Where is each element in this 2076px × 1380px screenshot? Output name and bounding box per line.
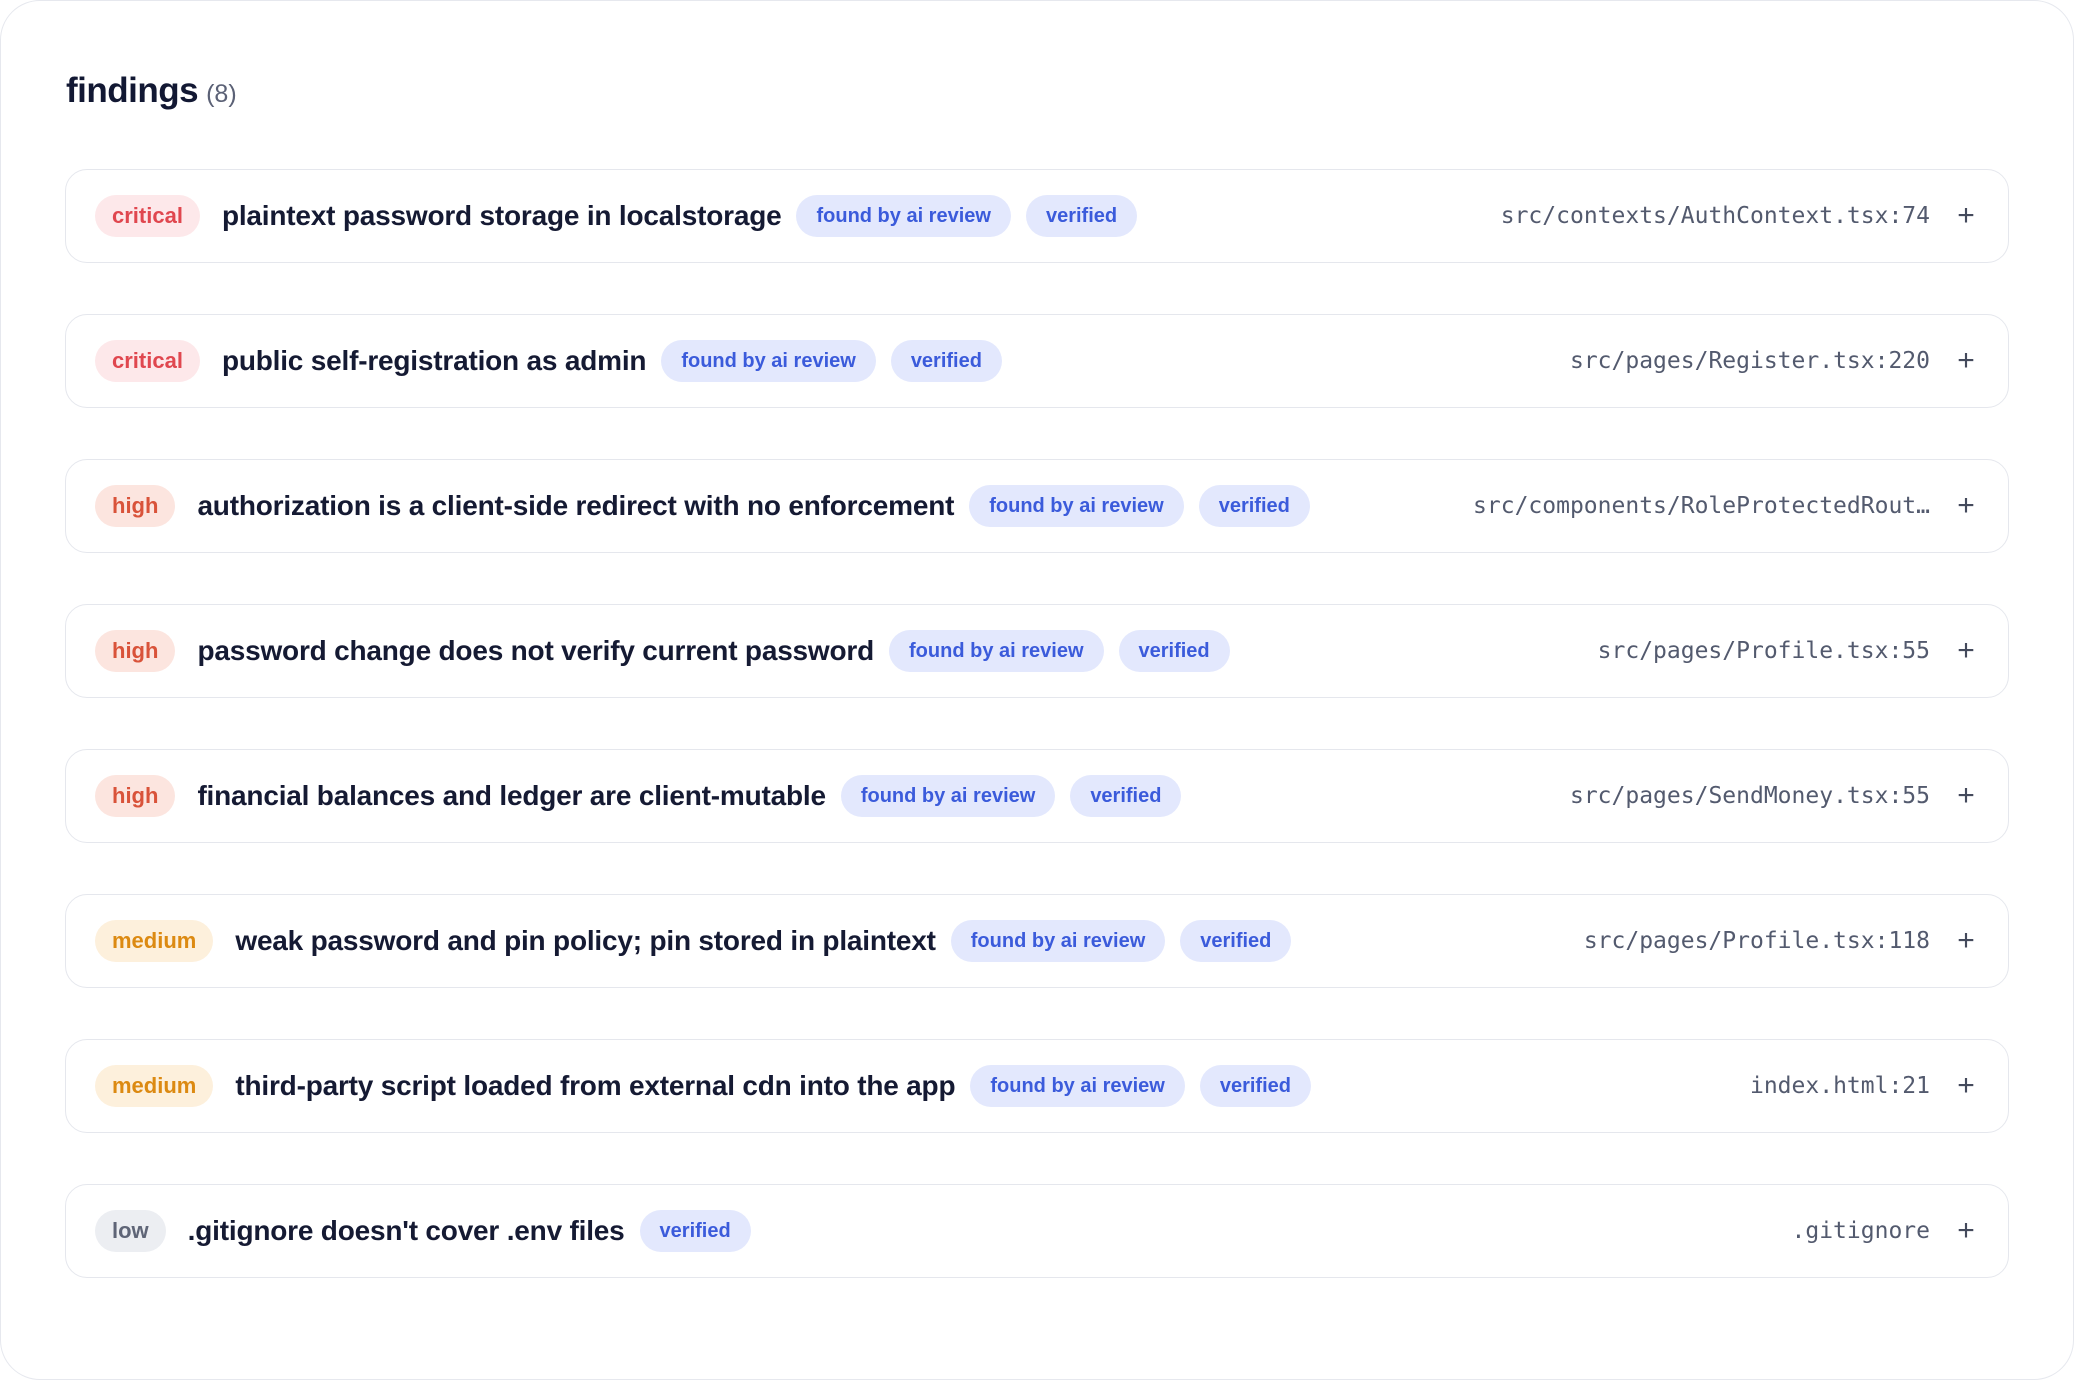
- plus-icon[interactable]: +: [1954, 201, 1978, 231]
- plus-icon[interactable]: +: [1954, 491, 1978, 521]
- severity-badge: high: [95, 630, 176, 672]
- file-location[interactable]: src/pages/Profile.tsx:55: [1598, 638, 1930, 664]
- plus-icon[interactable]: +: [1954, 1071, 1978, 1101]
- finding-row[interactable]: high financial balances and ledger are cl…: [65, 749, 2009, 843]
- finding-title: .gitignore doesn't cover .env files: [187, 1215, 625, 1246]
- file-location[interactable]: .gitignore: [1792, 1218, 1930, 1244]
- finding-row[interactable]: critical public self-registration as admi…: [65, 314, 2009, 408]
- finding-row[interactable]: medium third-party script loaded from ext…: [65, 1039, 2009, 1133]
- verified-tag: verified: [890, 340, 1002, 382]
- finding-row[interactable]: medium weak password and pin policy; pin …: [65, 894, 2009, 988]
- finding-title: public self-registration as admin: [221, 345, 647, 376]
- finding-title: plaintext password storage in localstora…: [221, 200, 782, 231]
- finding-row[interactable]: low .gitignore doesn't cover .env files ve…: [65, 1184, 2009, 1278]
- findings-list: critical plaintext password storage in lo…: [65, 169, 2009, 1329]
- finding-title: password change does not verify current …: [197, 635, 875, 666]
- severity-badge: critical: [95, 340, 200, 382]
- found-by-ai-tag: found by ai review: [840, 775, 1056, 817]
- plus-icon[interactable]: +: [1954, 346, 1978, 376]
- found-by-ai-tag: found by ai review: [889, 630, 1104, 672]
- file-location[interactable]: index.html:21: [1750, 1073, 1930, 1099]
- plus-icon[interactable]: +: [1954, 1216, 1978, 1246]
- file-location[interactable]: src/pages/Register.tsx:220: [1570, 348, 1930, 374]
- file-location[interactable]: src/pages/SendMoney.tsx:55: [1570, 783, 1930, 809]
- plus-icon[interactable]: +: [1954, 926, 1978, 956]
- plus-icon[interactable]: +: [1954, 636, 1978, 666]
- found-by-ai-tag: found by ai review: [969, 485, 1184, 527]
- severity-badge: high: [95, 485, 176, 527]
- file-location[interactable]: src/components/RoleProtectedRout…: [1473, 493, 1930, 519]
- findings-count: (8): [206, 80, 237, 108]
- findings-header: findings (8): [66, 71, 237, 111]
- verified-tag: verified: [1025, 195, 1138, 237]
- found-by-ai-tag: found by ai review: [661, 340, 876, 382]
- found-by-ai-tag: found by ai review: [970, 1065, 1185, 1107]
- verified-tag: verified: [1199, 1065, 1311, 1107]
- page-title: findings: [66, 71, 199, 110]
- severity-badge: critical: [95, 195, 200, 237]
- plus-icon[interactable]: +: [1954, 781, 1978, 811]
- finding-row[interactable]: high authorization is a client-side redir…: [65, 459, 2009, 553]
- verified-tag: verified: [1198, 485, 1310, 527]
- finding-title: authorization is a client-side redirect …: [197, 490, 955, 521]
- finding-title: weak password and pin policy; pin stored…: [235, 925, 936, 956]
- severity-badge: low: [95, 1210, 166, 1252]
- found-by-ai-tag: found by ai review: [950, 920, 1166, 962]
- severity-badge: medium: [95, 920, 214, 962]
- severity-badge: high: [95, 775, 176, 817]
- verified-tag: verified: [1118, 630, 1230, 672]
- verified-tag: verified: [1180, 920, 1292, 962]
- file-location[interactable]: src/contexts/AuthContext.tsx:74: [1501, 203, 1930, 229]
- found-by-ai-tag: found by ai review: [796, 195, 1011, 237]
- verified-tag: verified: [639, 1210, 751, 1252]
- verified-tag: verified: [1070, 775, 1182, 817]
- finding-row[interactable]: critical plaintext password storage in lo…: [65, 169, 2009, 263]
- finding-title: financial balances and ledger are client…: [197, 780, 826, 811]
- finding-title: third-party script loaded from external …: [235, 1070, 956, 1101]
- finding-row[interactable]: high password change does not verify curr…: [65, 604, 2009, 698]
- severity-badge: medium: [95, 1065, 214, 1107]
- findings-panel: findings (8) critical plaintext password …: [0, 0, 2074, 1380]
- file-location[interactable]: src/pages/Profile.tsx:118: [1584, 928, 1930, 954]
